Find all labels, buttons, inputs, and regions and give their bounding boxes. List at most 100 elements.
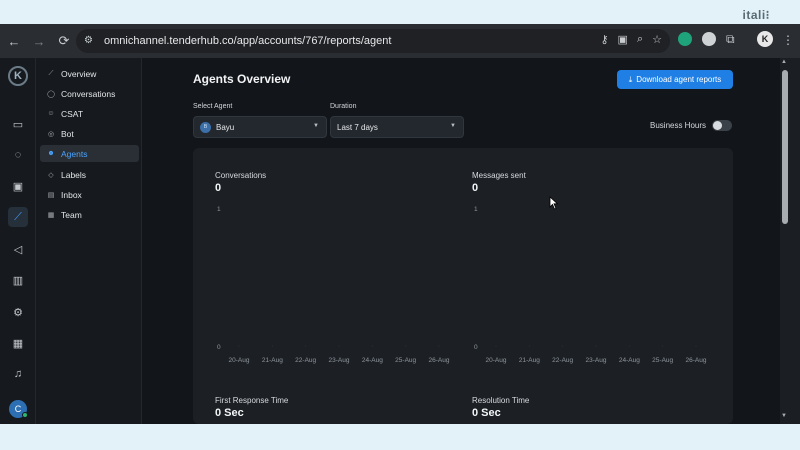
- install-icon[interactable]: ▣: [618, 33, 628, 46]
- zoom-icon[interactable]: ⌕: [637, 33, 643, 46]
- conversations-chart: 1 0 20-Aug 21-Aug 22-Aug 23-Aug 24-Aug 25-Aug 26…: [217, 206, 450, 364]
- top-strip: itali⁝: [0, 0, 800, 24]
- resolution-metric-title: Resolution Time: [472, 396, 530, 405]
- inbox-icon: ▤: [47, 191, 55, 199]
- data-point: [695, 345, 697, 347]
- download-icon: ⤓: [628, 74, 633, 84]
- data-point: [528, 345, 530, 347]
- online-status-dot: [22, 412, 28, 418]
- profile-avatar[interactable]: K: [757, 31, 773, 47]
- bookmark-star-icon[interactable]: ☆: [652, 33, 662, 46]
- extensions: ⧉: [678, 32, 735, 46]
- mouse-cursor-icon: [549, 196, 559, 210]
- duration-select-value: Last 7 days: [337, 122, 378, 132]
- subnav-item-team[interactable]: ▦ Team: [40, 206, 139, 223]
- page-scrollbar[interactable]: ▲ ▼: [780, 58, 800, 424]
- download-agent-reports-button[interactable]: ⤓ Download agent reports: [617, 70, 733, 89]
- duration-select[interactable]: Last 7 days ▼: [330, 116, 464, 138]
- smile-icon: ☺: [47, 110, 55, 117]
- menu-kebab-icon[interactable]: ⋮: [782, 33, 794, 47]
- url-text[interactable]: omnichannel.tenderhub.co/app/accounts/76…: [104, 35, 391, 47]
- contacts-icon[interactable]: ▣: [8, 176, 28, 196]
- data-point: [305, 345, 307, 347]
- data-point: [438, 345, 440, 347]
- library-icon[interactable]: ▥: [8, 270, 28, 290]
- subnav-item-labels[interactable]: ◇ Labels: [40, 166, 139, 183]
- puzzle-icon[interactable]: ⧉: [726, 32, 735, 46]
- inbox-icon[interactable]: ▭: [8, 114, 28, 134]
- campaigns-icon[interactable]: ◁: [8, 239, 28, 259]
- subnav-item-label: Inbox: [61, 189, 82, 200]
- tag-icon: ◇: [48, 171, 54, 179]
- back-icon[interactable]: ←: [3, 30, 25, 52]
- subnav-item-csat[interactable]: ☺ CSAT: [40, 105, 139, 122]
- subnav-item-label: Team: [61, 209, 82, 220]
- subnav-item-inbox[interactable]: ▤ Inbox: [40, 186, 139, 203]
- subnav-item-label: Overview: [61, 68, 97, 79]
- subnav-item-overview[interactable]: ⟋ Overview: [40, 65, 139, 82]
- x-tick-label: 24-Aug: [362, 357, 383, 364]
- key-icon[interactable]: ⚷: [600, 33, 608, 46]
- subnav-item-agents[interactable]: ☻ Agents: [40, 145, 139, 162]
- data-point: [405, 345, 407, 347]
- x-tick-label: 25-Aug: [652, 357, 673, 364]
- agent-avatar: B: [200, 121, 211, 133]
- chevron-down-icon: ▼: [450, 123, 456, 129]
- x-tick-label: 20-Aug: [486, 357, 507, 364]
- subnav-item-label: CSAT: [61, 108, 84, 119]
- app-logo[interactable]: K: [8, 66, 28, 86]
- metrics-panel: Conversations 0 Messages sent 0 1 0 20-Aug…: [193, 148, 733, 424]
- x-tick-label: 23-Aug: [329, 357, 350, 364]
- first-response-metric-value: 0 Sec: [215, 407, 244, 419]
- chip-icon[interactable]: ▦: [8, 333, 28, 353]
- y-tick-label: 0: [217, 344, 221, 351]
- data-point: [562, 345, 564, 347]
- people-icon: ☻: [47, 150, 55, 157]
- data-point: [271, 345, 273, 347]
- scroll-thumb[interactable]: [782, 70, 788, 224]
- business-hours-toggle[interactable]: [712, 120, 732, 131]
- download-button-label: Download agent reports: [636, 75, 722, 84]
- site-info-icon[interactable]: ⚙: [84, 35, 96, 47]
- messages-sent-metric-value: 0: [472, 182, 479, 194]
- messages-sent-metric-title: Messages sent: [472, 171, 526, 180]
- extension-gray-icon[interactable]: [702, 32, 716, 46]
- data-point: [595, 345, 597, 347]
- bottom-strip: [0, 424, 800, 450]
- forward-icon[interactable]: →: [28, 30, 50, 52]
- agent-select-value: Bayu: [216, 122, 235, 132]
- main-content: Agents Overview ⤓ Download agent reports…: [142, 58, 780, 424]
- x-tick-label: 22-Aug: [552, 357, 573, 364]
- bot-icon: ◎: [47, 130, 55, 138]
- subnav-item-conversations[interactable]: ◯ Conversations: [40, 85, 139, 102]
- x-tick-label: 22-Aug: [295, 357, 316, 364]
- browser-window: ← → ⟳ ⚙ omnichannel.tenderhub.co/app/acc…: [0, 24, 800, 424]
- data-point: [238, 345, 240, 347]
- first-response-metric-title: First Response Time: [215, 396, 289, 405]
- settings-gear-icon[interactable]: ⚙: [8, 302, 28, 322]
- subnav-item-bot[interactable]: ◎ Bot: [40, 125, 139, 142]
- extension-green-icon[interactable]: [678, 32, 692, 46]
- brand-watermark: itali⁝: [742, 8, 770, 22]
- x-tick-label: 21-Aug: [262, 357, 283, 364]
- x-tick-label: 21-Aug: [519, 357, 540, 364]
- y-tick-label: 1: [217, 206, 221, 213]
- business-hours-label: Business Hours: [650, 121, 707, 130]
- subnav-item-label: Labels: [61, 169, 87, 180]
- url-bar[interactable]: ⚙ omnichannel.tenderhub.co/app/accounts/…: [76, 29, 670, 53]
- screen: itali⁝ ← → ⟳ ⚙ omnichannel.tenderhub.co/…: [0, 0, 800, 450]
- y-tick-label: 1: [474, 206, 478, 213]
- scroll-up-icon[interactable]: ▲: [781, 59, 787, 65]
- reports-icon[interactable]: ⟋: [8, 207, 28, 227]
- y-tick-label: 0: [474, 344, 478, 351]
- select-agent-label: Select Agent: [193, 103, 233, 110]
- reload-icon[interactable]: ⟳: [53, 30, 75, 52]
- conversations-icon[interactable]: ◌: [8, 145, 28, 165]
- data-point: [371, 345, 373, 347]
- scroll-down-icon[interactable]: ▼: [781, 413, 787, 419]
- x-tick-label: 26-Aug: [686, 357, 707, 364]
- chat-icon: ◯: [47, 90, 55, 98]
- agent-select[interactable]: B Bayu ▼: [193, 116, 327, 138]
- bell-icon[interactable]: ♫: [8, 364, 28, 384]
- data-point: [338, 345, 340, 347]
